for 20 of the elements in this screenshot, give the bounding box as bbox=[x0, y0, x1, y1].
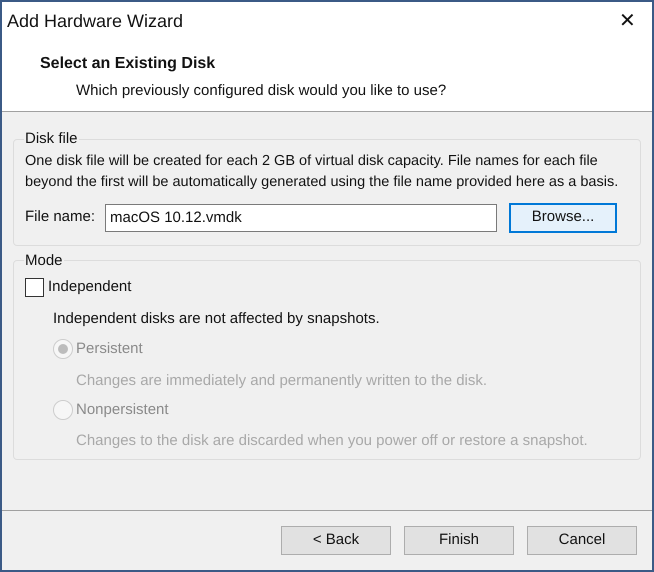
header-subtitle: Which previously configured disk would you like to use? bbox=[75, 81, 448, 101]
group-legend: Disk file bbox=[24, 128, 79, 150]
wizard-button[interactable]: Finish bbox=[404, 526, 514, 555]
wizard-button[interactable]: Cancel bbox=[527, 526, 637, 555]
wizard-button[interactable]: < Back bbox=[281, 526, 391, 555]
header-title: Select an Existing Disk bbox=[40, 54, 216, 74]
option-description: Changes to the disk are discarded when you power off or restore a snapshot. bbox=[75, 431, 589, 451]
browse-button[interactable]: Browse... bbox=[509, 202, 618, 232]
independent-note: Independent disks are not affected by snapshots. bbox=[52, 308, 381, 328]
disk-file-description: One disk file will be created for each 2 GB of virtual disk capacity. File names for each file beyond the first will be automatically generated using the file name provided here as a basis. bbox=[25, 152, 620, 192]
radio-label: Persistent bbox=[76, 339, 143, 359]
file-name-field[interactable]: macOS 10.12.vmdk bbox=[105, 204, 498, 232]
independent-label: Independent bbox=[48, 277, 132, 297]
independent-checkbox[interactable] bbox=[25, 278, 44, 297]
option-description: Changes are immediately and permanently written to the disk. bbox=[75, 370, 488, 390]
radio-label: Nonpersistent bbox=[76, 400, 169, 420]
close-button[interactable]: ✕ bbox=[615, 11, 640, 31]
group-legend: Mode bbox=[24, 250, 64, 272]
file-name-label: File name: bbox=[25, 207, 96, 228]
window-title: Add Hardware Wizard bbox=[7, 10, 184, 32]
